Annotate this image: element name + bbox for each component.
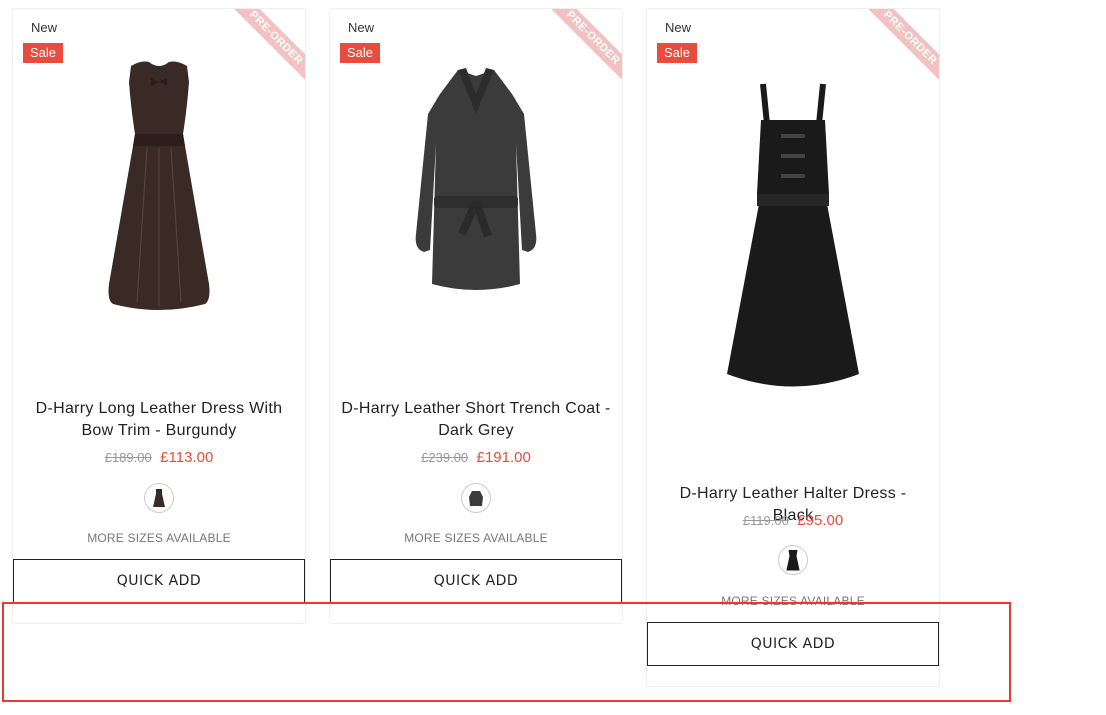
price-row: £239.00 £191.00 bbox=[330, 449, 622, 467]
original-price: £189.00 bbox=[104, 450, 152, 465]
dress-image bbox=[727, 83, 859, 387]
more-sizes-label: MORE SIZES AVAILABLE bbox=[87, 531, 231, 545]
product-image[interactable] bbox=[647, 54, 939, 387]
quick-add-button[interactable]: QUICK ADD bbox=[13, 559, 305, 603]
color-swatch[interactable] bbox=[461, 483, 491, 513]
price-row: £119.00 £95.00 bbox=[647, 512, 939, 530]
sale-price: £95.00 bbox=[797, 512, 844, 529]
sale-price: £191.00 bbox=[476, 449, 531, 466]
original-price: £119.00 bbox=[742, 513, 789, 528]
product-image[interactable] bbox=[330, 54, 622, 354]
sale-price: £113.00 bbox=[160, 449, 214, 466]
dress-image bbox=[108, 61, 210, 310]
product-title[interactable]: D-Harry Leather Short Trench Coat - Dark… bbox=[340, 398, 612, 442]
color-swatch[interactable] bbox=[778, 545, 808, 575]
new-badge: New bbox=[348, 20, 375, 35]
product-card[interactable]: New Sale PRE-ORDER D-Harry Leather Halte… bbox=[646, 8, 940, 687]
price-row: £189.00 £113.00 bbox=[13, 449, 305, 467]
product-title[interactable]: D-Harry Long Leather Dress With Bow Trim… bbox=[23, 398, 295, 442]
color-swatch[interactable] bbox=[144, 483, 174, 513]
dress-swatch-icon bbox=[786, 549, 800, 571]
quick-add-button[interactable]: QUICK ADD bbox=[330, 559, 622, 603]
more-sizes-label: MORE SIZES AVAILABLE bbox=[721, 594, 865, 608]
product-card[interactable]: New Sale PRE-ORDER D-Harry Long Leather … bbox=[12, 8, 306, 624]
quick-add-button[interactable]: QUICK ADD bbox=[647, 622, 939, 666]
product-image[interactable] bbox=[13, 54, 305, 354]
coat-image bbox=[415, 68, 537, 290]
more-sizes-label: MORE SIZES AVAILABLE bbox=[404, 531, 548, 545]
dress-swatch-icon bbox=[153, 489, 165, 507]
new-badge: New bbox=[665, 20, 692, 35]
new-badge: New bbox=[31, 20, 58, 35]
product-card[interactable]: New Sale PRE-ORDER D-Harry Leather Short… bbox=[329, 8, 623, 624]
original-price: £239.00 bbox=[421, 450, 469, 465]
coat-swatch-icon bbox=[469, 491, 483, 506]
